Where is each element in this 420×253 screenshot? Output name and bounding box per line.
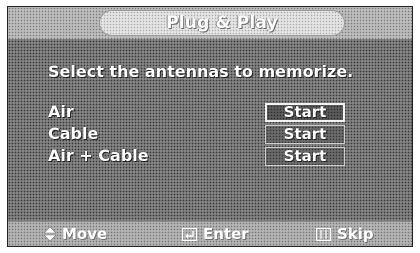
hint-move-label: Move — [62, 225, 108, 243]
title-pill: Plug & Play — [100, 11, 344, 35]
title-bar: Plug & Play — [8, 7, 412, 39]
option-label-air: Air — [48, 102, 74, 121]
hint-enter-label: Enter — [203, 225, 249, 243]
plug-and-play-dialog: Plug & Play Select the antennas to memor… — [7, 6, 413, 247]
option-label-cable: Cable — [48, 124, 99, 143]
option-label-air-cable: Air + Cable — [48, 146, 149, 165]
hint-enter: Enter — [182, 222, 249, 246]
instruction-text: Select the antennas to memorize. — [48, 62, 354, 81]
hint-skip-label: Skip — [337, 225, 374, 243]
enter-icon — [182, 227, 197, 241]
up-down-arrows-icon — [44, 227, 56, 241]
dialog-title: Plug & Play — [166, 13, 278, 33]
hint-move: Move — [44, 222, 107, 246]
start-button-air[interactable]: Start — [265, 103, 345, 122]
start-button-air-cable[interactable]: Start — [265, 147, 345, 166]
skip-icon — [316, 227, 331, 241]
start-button-cable[interactable]: Start — [265, 125, 345, 144]
hint-skip: Skip — [316, 222, 374, 246]
footer-hint-bar: Move Enter Skip — [8, 221, 412, 246]
